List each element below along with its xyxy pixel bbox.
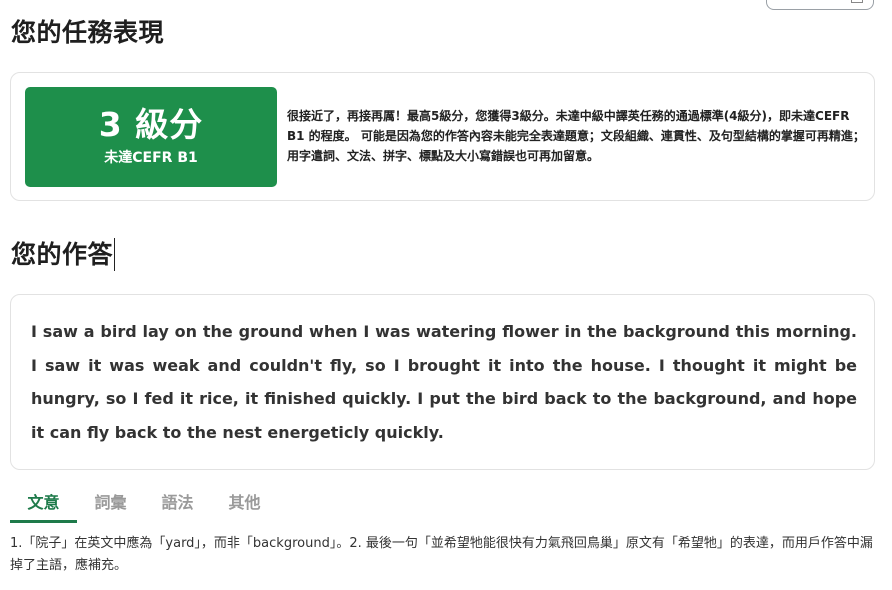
- tab-meaning[interactable]: 文意: [10, 486, 77, 524]
- score-card: 3 級分 未達CEFR B1 很接近了，再接再厲！最高5級分，您獲得3級分。未達…: [10, 72, 875, 201]
- tab-vocabulary[interactable]: 詞彙: [77, 486, 144, 524]
- score-cefr-label: 未達CEFR B1: [104, 150, 198, 166]
- document-icon: [851, 0, 863, 3]
- your-answer-title-text: 您的作答: [11, 240, 114, 269]
- answer-text: I saw a bird lay on the ground when I wa…: [31, 322, 857, 442]
- score-description: 很接近了，再接再厲！最高5級分，您獲得3級分。未達中級中譯英任務的通過標準(4級…: [287, 109, 865, 163]
- tab-grammar[interactable]: 語法: [144, 486, 211, 524]
- tab-other[interactable]: 其他: [211, 486, 278, 524]
- your-answer-title: 您的作答: [11, 237, 116, 273]
- task-performance-title: 您的任務表現: [11, 18, 165, 47]
- score-badge: 3 級分 未達CEFR B1: [25, 87, 277, 187]
- top-action-button[interactable]: [766, 0, 874, 10]
- answer-card: I saw a bird lay on the ground when I wa…: [10, 294, 875, 470]
- feedback-text: 1.「院子」在英文中應為「yard」，而非「background」。2. 最後一…: [10, 536, 873, 573]
- active-tab-indicator: [10, 520, 77, 523]
- text-cursor: [114, 237, 116, 271]
- score-level: 3 級分: [98, 105, 204, 144]
